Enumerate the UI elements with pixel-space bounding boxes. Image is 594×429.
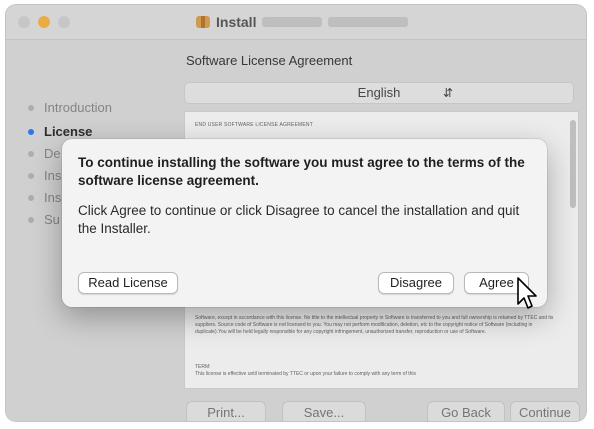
disagree-button[interactable]: Disagree: [378, 272, 454, 294]
dialog-title: To continue installing the software you …: [78, 155, 525, 188]
dialog-message: Click Agree to continue or click Disagre…: [78, 203, 520, 236]
license-agreement-dialog: To continue installing the software you …: [62, 139, 547, 307]
pointer-cursor-icon: [517, 277, 537, 309]
read-license-button[interactable]: Read License: [78, 272, 178, 294]
